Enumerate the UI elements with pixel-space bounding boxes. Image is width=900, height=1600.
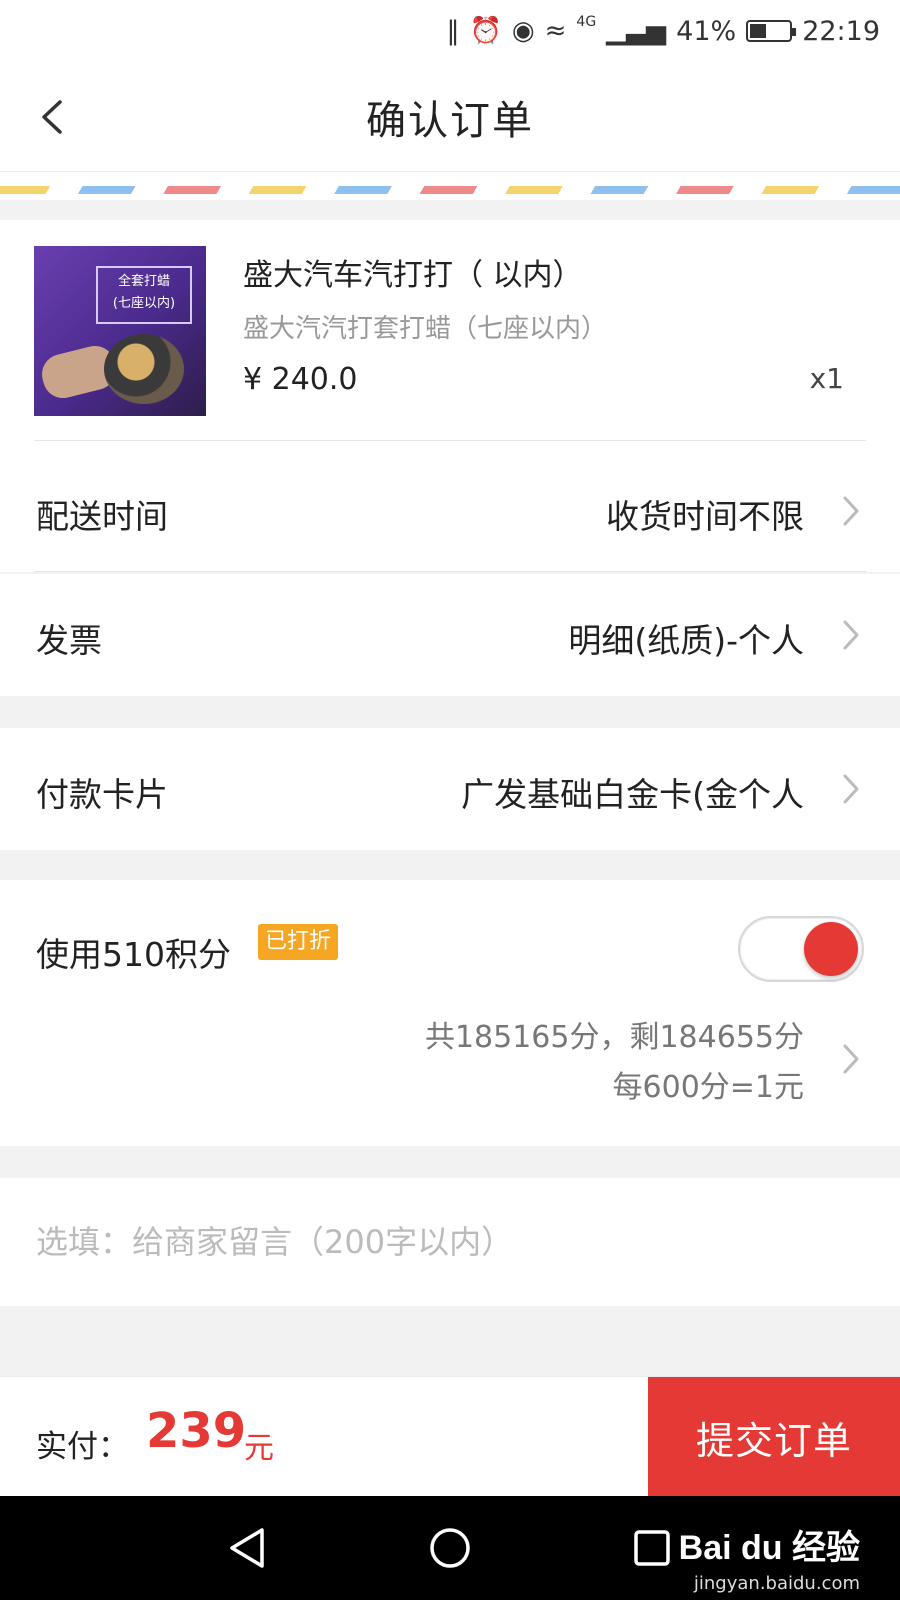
home-nav-button[interactable] (426, 1524, 474, 1572)
toggle-knob (804, 922, 858, 976)
vibrate-icon: ‖ (446, 16, 460, 46)
chevron-right-icon (840, 772, 862, 806)
header: 确认订单 (0, 62, 900, 172)
recents-nav-button[interactable] (628, 1524, 676, 1572)
product-price: ¥ 240.0 (243, 362, 358, 397)
payment-card-row[interactable]: 付款卡片 广发基础白金卡(金个人 (0, 728, 900, 850)
alarm-icon: ⏰ (469, 16, 502, 46)
thumbnail-caption: 全套打蜡 (七座以内) (96, 266, 192, 324)
divider (34, 571, 866, 572)
thumbnail-title: 全套打蜡 (117, 274, 170, 289)
points-rate: 每600分=1元 (612, 1070, 804, 1105)
system-nav-bar: Bai du 经验 jingyan.baidu.com (0, 1496, 900, 1600)
circle-home-icon (430, 1528, 470, 1568)
pay-amount: 239 (146, 1403, 247, 1459)
airmail-stripe (0, 172, 900, 220)
discount-badge: 已打折 (258, 924, 339, 960)
points-label: 使用510积分 (36, 935, 231, 974)
note-card (0, 1178, 900, 1306)
invoice-row[interactable]: 发票 明细(纸质)-个人 (0, 574, 900, 696)
battery-percent: 41% (676, 15, 737, 47)
status-bar: ‖ ⏰ ◉ ≈ 4G ▁▃▅ 41% 22:19 (0, 0, 900, 62)
product-thumbnail[interactable]: 全套打蜡 (七座以内) (34, 246, 206, 416)
points-toggle[interactable] (738, 916, 864, 982)
chevron-right-icon (840, 618, 862, 652)
delivery-time-value: 收货时间不限 (606, 497, 804, 536)
chevron-left-icon (42, 100, 62, 134)
clock: 22:19 (802, 15, 880, 47)
product-name: 盛大汽车汽打打（ 以内） (243, 258, 583, 293)
divider (34, 440, 866, 441)
pay-unit: 元 (244, 1431, 274, 1466)
delivery-time-row[interactable]: 配送时间 收货时间不限 (0, 450, 900, 572)
product-quantity: x1 (809, 362, 844, 395)
back-nav-button[interactable] (224, 1524, 272, 1572)
chevron-right-icon[interactable] (840, 1042, 862, 1076)
wifi-icon: ≈ (544, 16, 567, 46)
invoice-label: 发票 (36, 621, 102, 660)
checkout-bar: 实付： 239 元 提交订单 (0, 1376, 900, 1497)
watermark-logo: Bai du 经验 (678, 1529, 860, 1567)
network-type: 4G (576, 14, 597, 30)
invoice-value: 明细(纸质)-个人 (568, 621, 804, 660)
triangle-back-icon (230, 1528, 264, 1568)
back-button[interactable] (34, 94, 74, 140)
square-recents-icon (634, 1530, 670, 1566)
eye-icon: ◉ (511, 16, 535, 46)
product-subtitle: 盛大汽汽打套打蜡（七座以内） (243, 314, 608, 344)
payment-card-value: 广发基础白金卡(金个人 (461, 775, 804, 814)
merchant-note-input[interactable] (36, 1216, 856, 1268)
battery-icon (746, 20, 797, 42)
signal-icon: ▁▃▅ (606, 16, 667, 46)
page-title: 确认订单 (366, 97, 534, 144)
product-card[interactable]: 全套打蜡 (七座以内) 盛大汽车汽打打（ 以内） 盛大汽汽打套打蜡（七座以内） … (0, 220, 900, 450)
payment-card-label: 付款卡片 (36, 775, 168, 814)
watermark-url: jingyan.baidu.com (693, 1573, 860, 1594)
pay-label: 实付： (36, 1429, 129, 1465)
points-card: 使用510积分 已打折 共185165分，剩184655分 每600分=1元 (0, 880, 900, 1146)
points-balance[interactable]: 共185165分，剩184655分 (425, 1012, 804, 1056)
submit-order-button[interactable]: 提交订单 (648, 1377, 900, 1497)
baidu-jingyan-watermark: Bai du 经验 jingyan.baidu.com (679, 1520, 860, 1594)
chevron-right-icon (840, 494, 862, 528)
delivery-time-label: 配送时间 (36, 497, 168, 536)
thumbnail-subtitle: (七座以内) (112, 296, 176, 311)
